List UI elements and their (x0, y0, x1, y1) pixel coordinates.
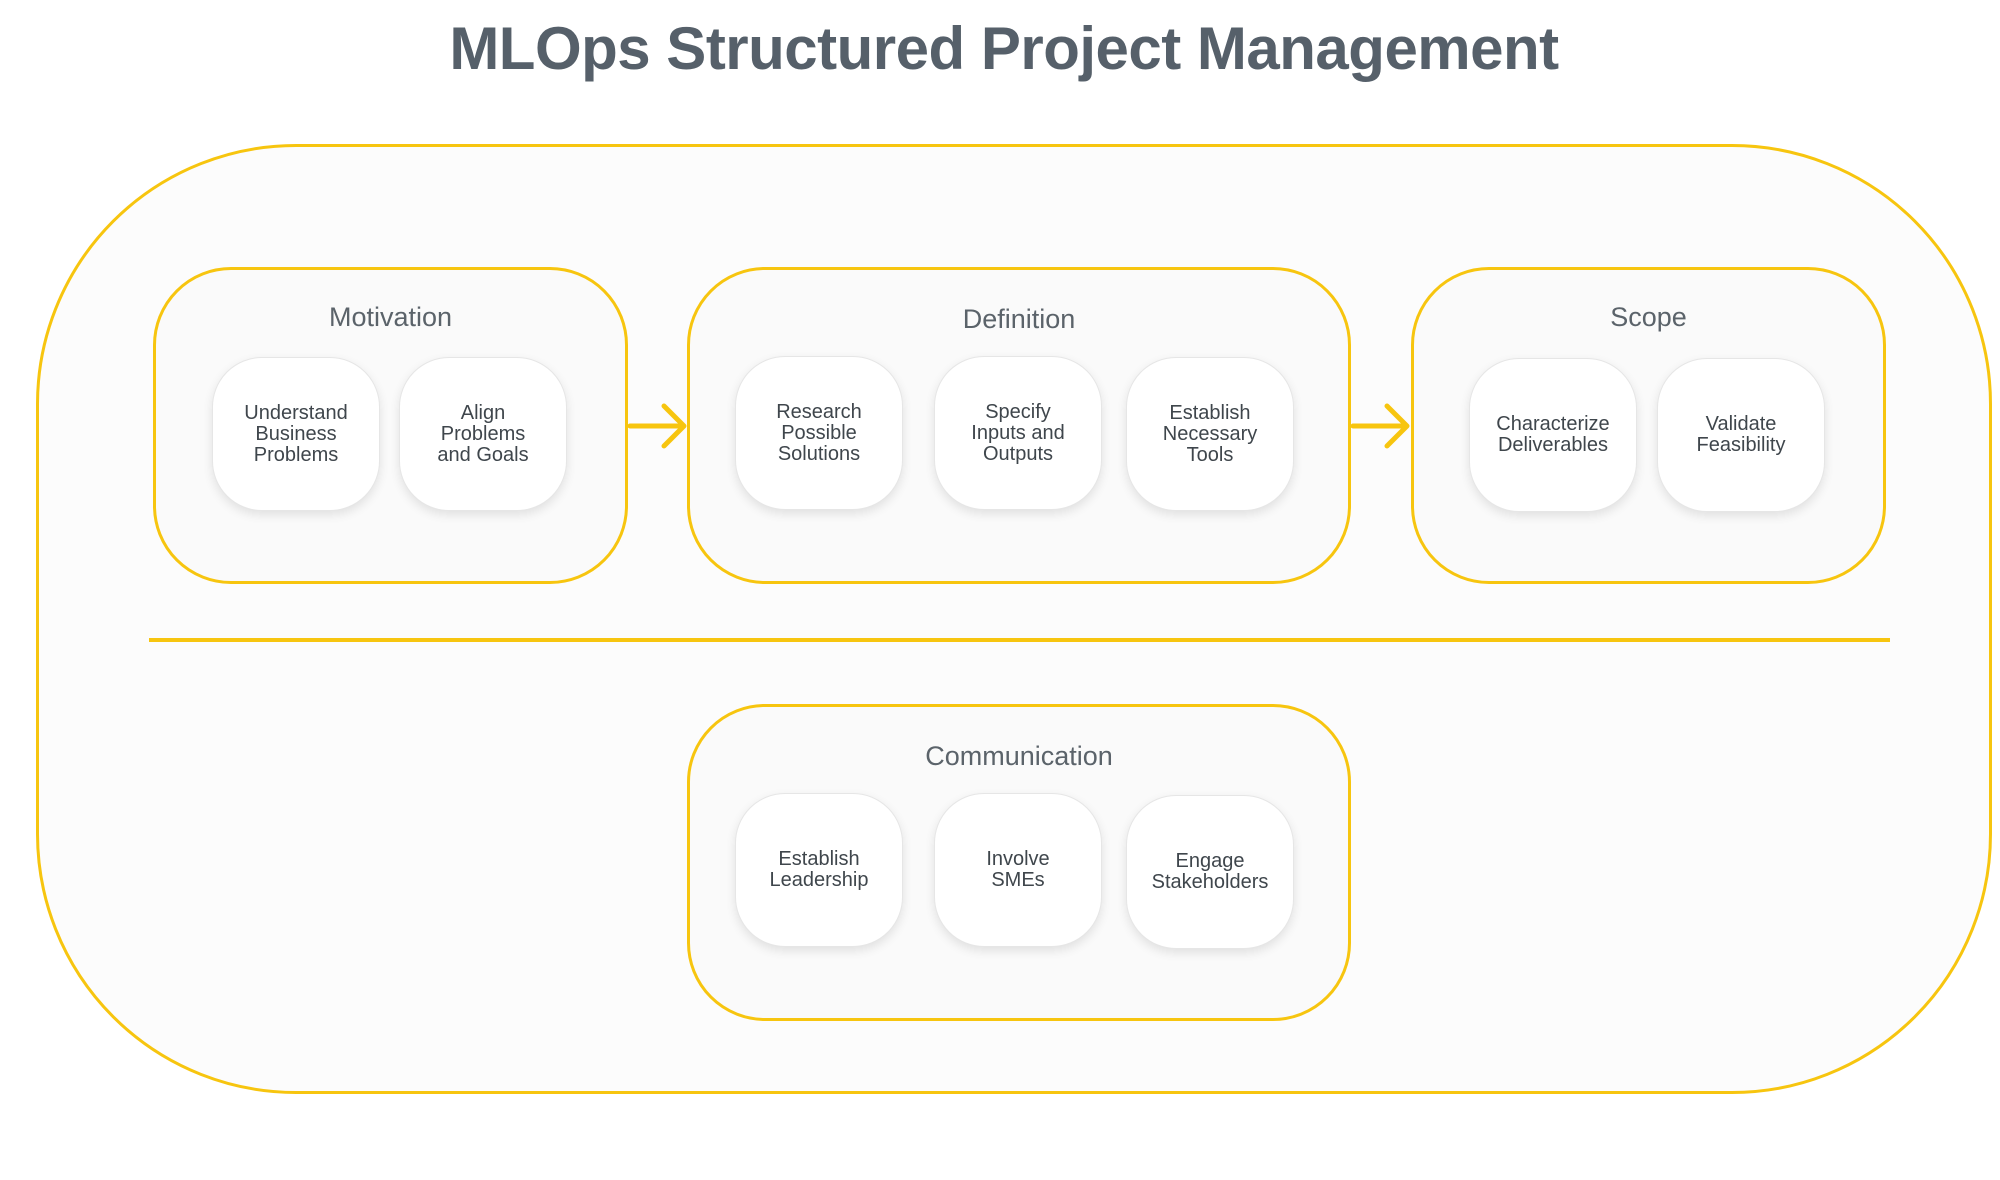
flow-arrows (627, 403, 1410, 449)
arrow-right-icon (627, 403, 687, 449)
arrow-right-icon (1350, 403, 1410, 449)
